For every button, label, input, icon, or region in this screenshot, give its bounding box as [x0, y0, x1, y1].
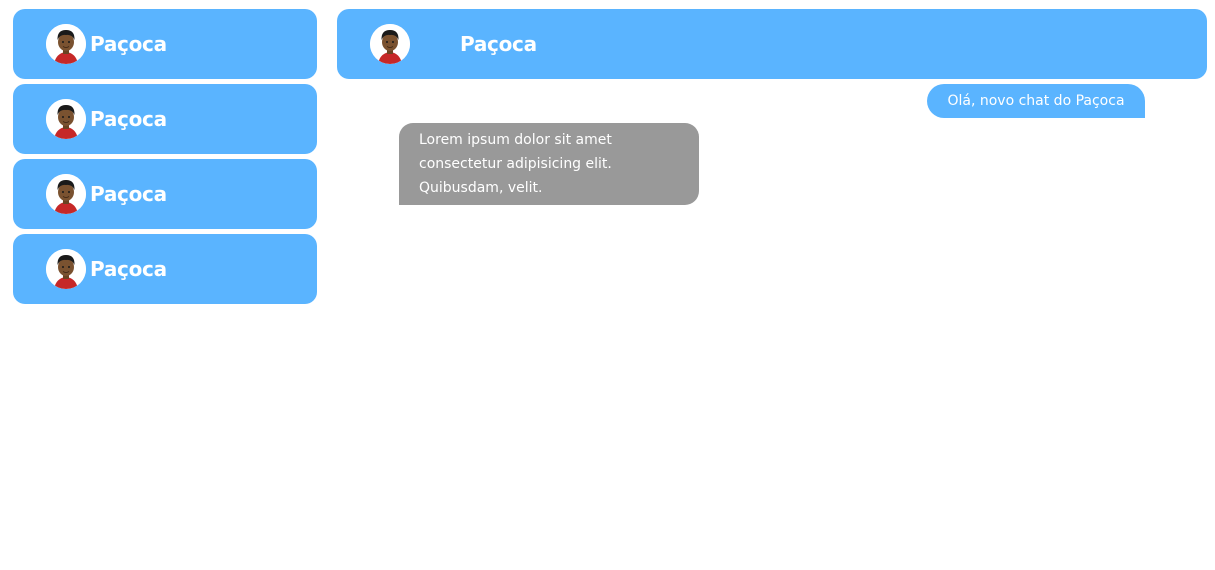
contact-item[interactable]: Paçoca	[13, 159, 317, 229]
chat-header: Paçoca	[337, 9, 1207, 79]
contact-list: Paçoca Paçoca Paçoca Paçoca	[13, 9, 317, 309]
contact-item[interactable]: Paçoca	[13, 84, 317, 154]
boy-avatar-icon	[46, 24, 86, 64]
contact-name: Paçoca	[90, 182, 167, 206]
contact-name: Paçoca	[90, 257, 167, 281]
chat-panel: Paçoca Olá, novo chat do Paçoca Lorem ip…	[337, 9, 1207, 205]
contact-name: Paçoca	[90, 107, 167, 131]
boy-avatar-icon	[46, 174, 86, 214]
boy-avatar-icon	[46, 249, 86, 289]
boy-avatar-icon	[46, 99, 86, 139]
contact-item[interactable]: Paçoca	[13, 234, 317, 304]
chat-title: Paçoca	[460, 32, 537, 56]
contact-name: Paçoca	[90, 32, 167, 56]
incoming-message: Lorem ipsum dolor sit amet consectetur a…	[399, 123, 699, 205]
boy-avatar-icon	[370, 24, 410, 64]
contact-item[interactable]: Paçoca	[13, 9, 317, 79]
outgoing-message: Olá, novo chat do Paçoca	[927, 84, 1145, 118]
